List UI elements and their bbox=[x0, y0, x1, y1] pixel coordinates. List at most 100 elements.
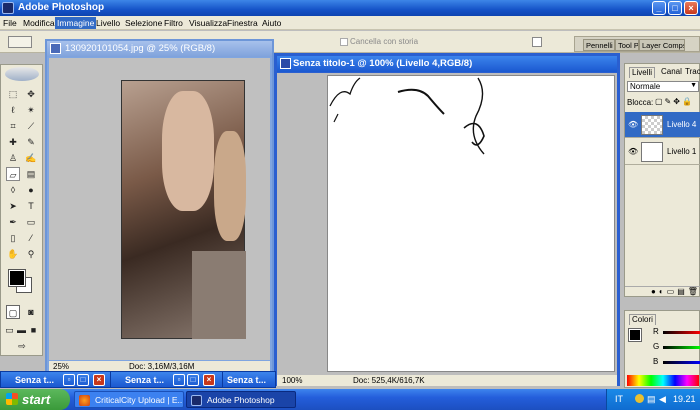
maximize-icon[interactable]: □ bbox=[187, 374, 199, 386]
photoshop-icon bbox=[191, 395, 202, 406]
layer-row[interactable]: 👁 Livello 1 bbox=[625, 139, 700, 165]
doc-drawing-title-bar[interactable]: Senza titolo-1 @ 100% (Livello 4,RGB/8) bbox=[277, 56, 617, 72]
doc-photo-zoom[interactable]: 25% bbox=[53, 362, 69, 371]
magic-wand-tool-icon[interactable]: ✴ bbox=[24, 103, 38, 117]
menu-visualizza[interactable]: Visualizza bbox=[189, 18, 227, 28]
blur-tool-icon[interactable]: ◊ bbox=[6, 183, 20, 197]
crop-tool-icon[interactable]: ⌗ bbox=[6, 119, 20, 133]
erase-history-checkbox[interactable] bbox=[340, 38, 348, 46]
doc-photo-size-info[interactable]: Doc: 3,16M/3,16M bbox=[129, 362, 194, 371]
menu-livello[interactable]: Livello bbox=[96, 18, 120, 28]
menu-immagine[interactable]: Immagine bbox=[55, 17, 97, 29]
volume-icon[interactable]: ◀ bbox=[659, 394, 666, 405]
doc-drawing-canvas[interactable] bbox=[277, 73, 617, 375]
close-icon[interactable]: × bbox=[93, 374, 105, 386]
app-title: Adobe Photoshop bbox=[18, 2, 105, 13]
maximize-icon[interactable]: □ bbox=[77, 374, 89, 386]
app-title-bar: Adobe Photoshop _ □ × bbox=[0, 0, 700, 16]
layer-name: Livello 1 bbox=[667, 147, 697, 156]
foreground-color-swatch[interactable] bbox=[628, 328, 642, 342]
brush-tool-icon[interactable]: ✎ bbox=[24, 135, 38, 149]
clone-stamp-tool-icon[interactable]: ♙ bbox=[6, 151, 20, 165]
restore-icon[interactable]: ▫ bbox=[63, 374, 75, 386]
minimized-doc-3[interactable]: Senza t... bbox=[222, 371, 276, 388]
maximize-icon[interactable]: □ bbox=[668, 1, 682, 15]
close-icon[interactable]: × bbox=[203, 374, 215, 386]
palette-menu-icon[interactable] bbox=[532, 37, 542, 47]
shirt-shape bbox=[192, 251, 246, 339]
quick-mask-icon[interactable]: ◙ bbox=[24, 305, 38, 319]
hand-tool-icon[interactable]: ✋ bbox=[6, 247, 20, 261]
eyedropper-tool-icon[interactable]: ⁄ bbox=[24, 231, 38, 245]
menu-modifica[interactable]: Modifica bbox=[23, 18, 55, 28]
restore-icon[interactable]: ▫ bbox=[173, 374, 185, 386]
lock-icons[interactable]: ▢✎✥🔒 bbox=[655, 97, 694, 106]
green-slider[interactable] bbox=[663, 346, 700, 349]
standard-mode-icon[interactable]: ▢ bbox=[6, 305, 20, 319]
firefox-icon bbox=[79, 395, 90, 406]
eraser-tool-icon[interactable]: ▱ bbox=[6, 167, 20, 181]
doc-photo-title: 130920101054.jpg @ 25% (RGB/8) bbox=[65, 43, 216, 54]
start-button[interactable]: start bbox=[0, 389, 70, 410]
well-tab-layer-comps[interactable]: Layer Comps bbox=[639, 39, 685, 51]
menu-finestra[interactable]: Finestra bbox=[227, 18, 258, 28]
blend-mode-select[interactable]: Normale ▼ bbox=[627, 81, 699, 92]
tab-canali[interactable]: Canal bbox=[659, 67, 684, 78]
type-tool-icon[interactable]: T bbox=[24, 199, 38, 213]
layer-name: Livello 4 bbox=[667, 120, 697, 129]
history-brush-tool-icon[interactable]: ✍ bbox=[24, 151, 38, 165]
move-tool-icon[interactable]: ✥ bbox=[24, 87, 38, 101]
tray-app-icon[interactable] bbox=[635, 394, 644, 403]
screen-mode-standard-icon[interactable]: ▭ bbox=[4, 323, 15, 337]
drawing-area[interactable] bbox=[327, 75, 615, 372]
eye-icon[interactable]: 👁 bbox=[628, 120, 638, 129]
clock[interactable]: 19.21 bbox=[673, 394, 696, 404]
menu-selezione[interactable]: Selezione bbox=[125, 18, 162, 28]
well-tab-tool-presets[interactable]: Tool Pr bbox=[615, 39, 639, 51]
layer-row[interactable]: 👁 Livello 4 bbox=[625, 112, 700, 138]
minimize-icon[interactable]: _ bbox=[652, 1, 666, 15]
tab-tracciati[interactable]: Trac bbox=[683, 67, 700, 78]
jump-to-imageready-icon[interactable]: ⇨ bbox=[15, 339, 29, 353]
close-icon[interactable]: × bbox=[684, 1, 698, 15]
slice-tool-icon[interactable]: ⟋ bbox=[24, 119, 38, 133]
gradient-tool-icon[interactable]: ▤ bbox=[24, 167, 38, 181]
path-selection-tool-icon[interactable]: ➤ bbox=[6, 199, 20, 213]
notes-tool-icon[interactable]: ▯ bbox=[6, 231, 20, 245]
shape-tool-icon[interactable]: ▭ bbox=[24, 215, 38, 229]
minimized-doc-1[interactable]: Senza t... ▫ □ × bbox=[0, 371, 118, 388]
color-spectrum-bar[interactable] bbox=[627, 375, 699, 386]
doc-drawing-zoom[interactable]: 100% bbox=[282, 376, 302, 385]
doc-photo-title-bar[interactable]: 130920101054.jpg @ 25% (RGB/8) bbox=[47, 41, 272, 57]
eraser-tool-preset-icon[interactable] bbox=[8, 36, 32, 48]
doc-photo-canvas[interactable] bbox=[49, 58, 270, 360]
zoom-tool-icon[interactable]: ⚲ bbox=[24, 247, 38, 261]
foreground-color-swatch[interactable] bbox=[8, 269, 26, 287]
taskbar-item-photoshop[interactable]: Adobe Photoshop bbox=[186, 391, 296, 408]
layer-actions-bar[interactable]: ●◐▭▤🗑 bbox=[625, 286, 700, 298]
menu-file[interactable]: File bbox=[3, 18, 17, 28]
marquee-tool-icon[interactable]: ⬚ bbox=[6, 87, 20, 101]
sketch-strokes bbox=[329, 77, 485, 155]
doc-drawing-status-bar: 100% Doc: 525,4K/616,7K bbox=[277, 375, 617, 386]
well-tab-brushes[interactable]: Pennelli bbox=[583, 39, 615, 51]
red-slider[interactable] bbox=[663, 331, 700, 334]
healing-brush-tool-icon[interactable]: ✚ bbox=[6, 135, 20, 149]
screen-mode-full-menu-icon[interactable]: ▬ bbox=[16, 323, 27, 337]
blue-slider[interactable] bbox=[663, 361, 700, 364]
taskbar-item-browser[interactable]: CriticalCity Upload | E... bbox=[74, 391, 184, 408]
tab-livelli[interactable]: Livelli bbox=[629, 67, 656, 78]
doc-drawing-size-info[interactable]: Doc: 525,4K/616,7K bbox=[353, 376, 425, 385]
photoshop-feather-icon[interactable] bbox=[5, 67, 39, 81]
minimized-doc-2[interactable]: Senza t... ▫ □ × bbox=[110, 371, 228, 388]
screen-mode-full-icon[interactable]: ■ bbox=[28, 323, 39, 337]
network-icon[interactable]: ▤ bbox=[647, 394, 656, 405]
dodge-tool-icon[interactable]: ● bbox=[24, 183, 38, 197]
menu-filtro[interactable]: Filtro bbox=[164, 18, 183, 28]
language-indicator[interactable]: IT bbox=[615, 394, 623, 404]
pen-tool-icon[interactable]: ✒ bbox=[6, 215, 20, 229]
lasso-tool-icon[interactable]: ℓ bbox=[6, 103, 20, 117]
tab-colori[interactable]: Colori bbox=[629, 314, 656, 325]
eye-icon[interactable]: 👁 bbox=[628, 147, 638, 156]
menu-aiuto[interactable]: Aiuto bbox=[262, 18, 281, 28]
